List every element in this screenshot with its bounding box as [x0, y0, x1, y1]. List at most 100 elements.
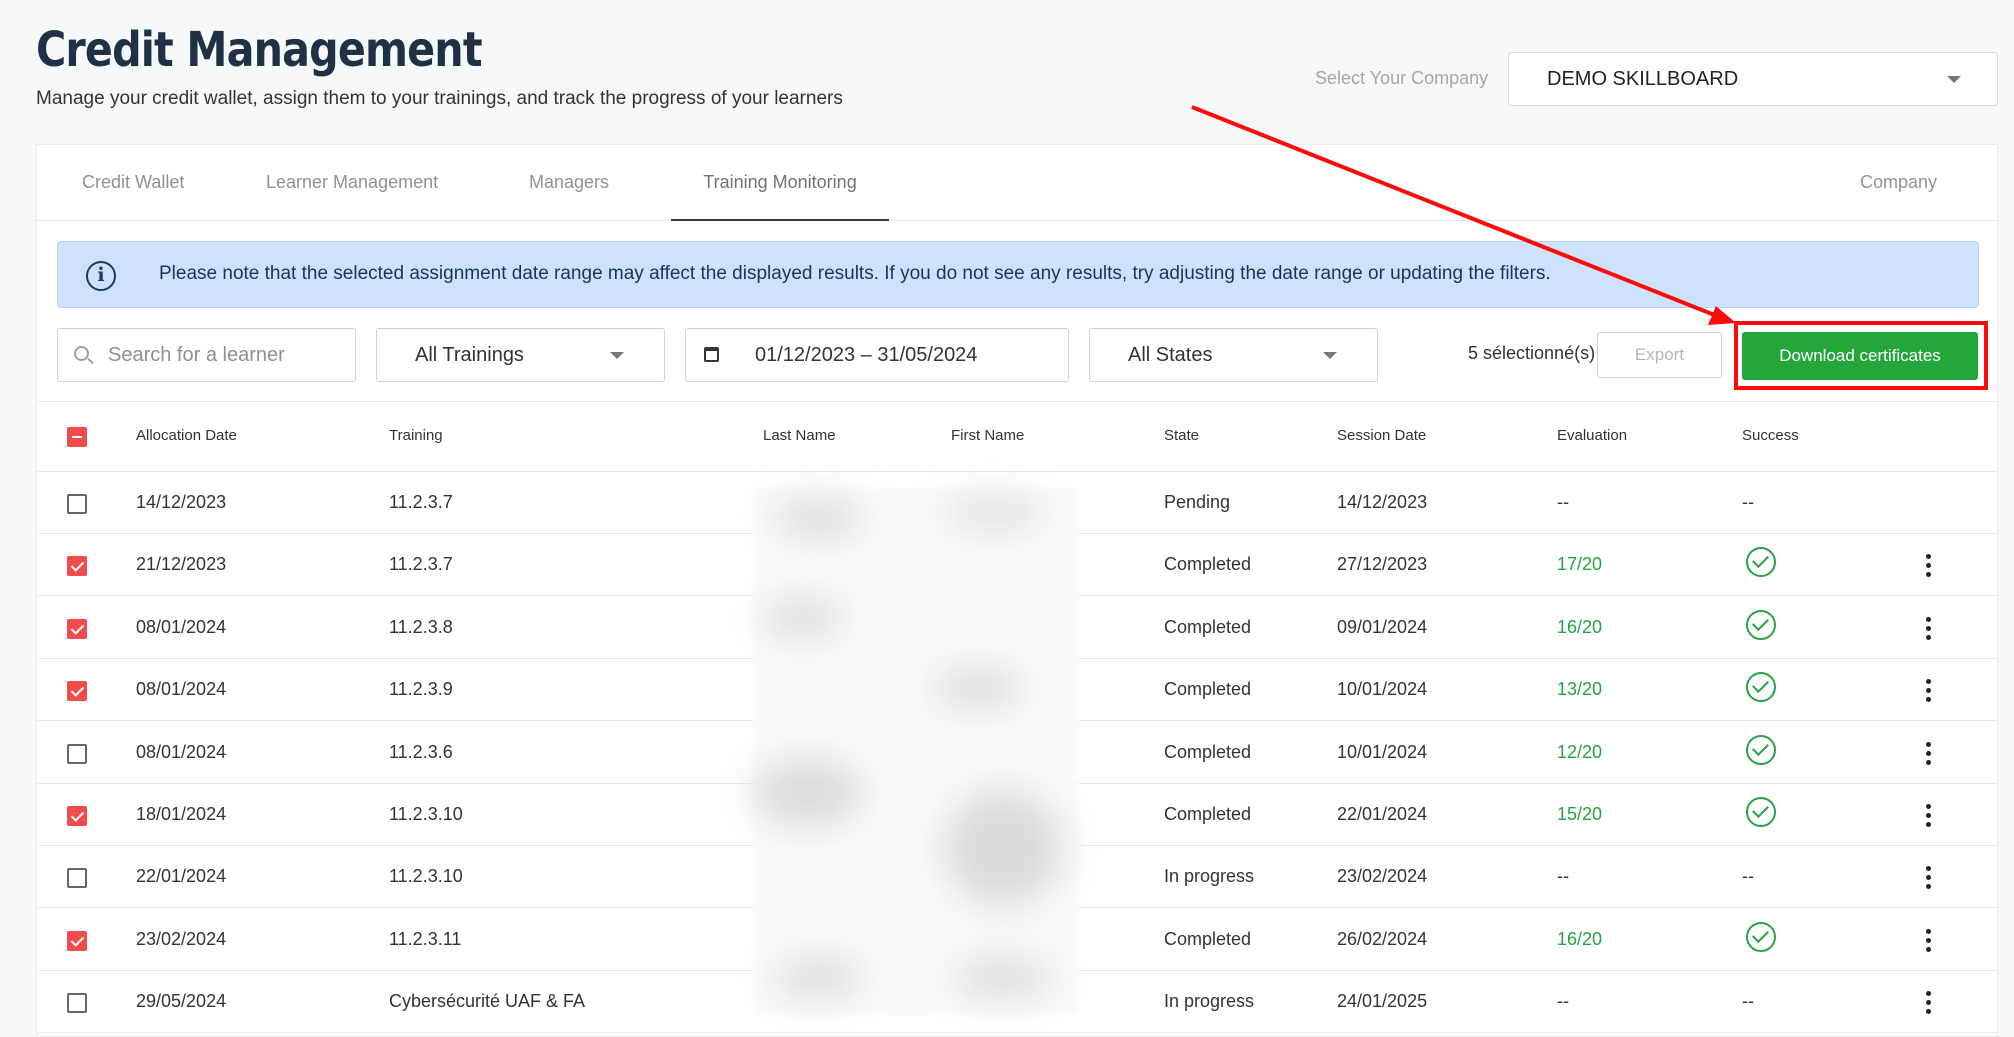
row-checkbox[interactable] — [67, 618, 87, 639]
date-range-picker[interactable]: 01/12/2023 – 31/05/2024 — [685, 328, 1069, 382]
calendar-icon — [704, 347, 719, 362]
kebab-menu-icon[interactable] — [1926, 679, 1932, 703]
cell-allocation-date: 29/05/2024 — [136, 991, 227, 1012]
cell-session-date: 10/01/2024 — [1337, 741, 1428, 762]
kebab-menu-icon[interactable] — [1926, 991, 1932, 1015]
check-circle-icon — [1746, 797, 1776, 827]
header-last-name[interactable]: Last Name — [763, 427, 836, 444]
header-training[interactable]: Training — [389, 427, 443, 444]
state-filter-select[interactable]: All States — [1089, 328, 1378, 382]
cell-evaluation: 13/20 — [1557, 679, 1603, 700]
kebab-menu-icon[interactable] — [1926, 866, 1932, 890]
date-range-value: 01/12/2023 – 31/05/2024 — [755, 344, 978, 366]
kebab-menu-icon[interactable] — [1926, 616, 1932, 641]
cell-training: 11.2.3.7 — [389, 554, 453, 575]
header-allocation-date[interactable]: Allocation Date — [136, 427, 237, 444]
row-checkbox[interactable] — [67, 743, 87, 764]
chevron-down-icon — [1323, 352, 1337, 359]
cell-allocation-date: 08/01/2024 — [136, 741, 227, 762]
cell-training: Cybersécurité UAF & FA — [389, 991, 586, 1012]
cell-evaluation: -- — [1557, 492, 1569, 512]
cell-evaluation: 16/20 — [1557, 928, 1603, 949]
cell-state: Completed — [1164, 804, 1252, 824]
tab-managers[interactable]: Managers — [529, 145, 609, 221]
cell-state: Completed — [1164, 741, 1252, 762]
cell-state: Completed — [1164, 554, 1252, 575]
check-circle-icon — [1746, 734, 1776, 765]
row-checkbox[interactable] — [67, 681, 87, 702]
tab-company[interactable]: Company — [1860, 145, 1937, 221]
cell-state: Completed — [1164, 616, 1252, 637]
cell-allocation-date: 08/01/2024 — [136, 679, 227, 700]
cell-success: -- — [1742, 866, 1754, 887]
row-checkbox[interactable] — [67, 494, 87, 514]
cell-evaluation: 16/20 — [1557, 616, 1603, 637]
cell-evaluation: -- — [1557, 991, 1569, 1012]
cell-allocation-date: 23/02/2024 — [136, 928, 227, 949]
export-button[interactable]: Export — [1597, 332, 1722, 378]
training-filter-value: All Trainings — [415, 344, 524, 366]
cell-training: 11.2.3.6 — [389, 741, 453, 762]
cell-state: Completed — [1164, 679, 1252, 700]
cell-session-date: 09/01/2024 — [1337, 616, 1428, 637]
kebab-menu-icon[interactable] — [1926, 928, 1932, 953]
cell-evaluation: -- — [1557, 866, 1569, 887]
cell-state: In progress — [1164, 866, 1255, 887]
cell-training: 11.2.3.11 — [389, 928, 462, 949]
page-subtitle: Manage your credit wallet, assign them t… — [36, 88, 843, 109]
header-state[interactable]: State — [1164, 427, 1199, 444]
kebab-menu-icon[interactable] — [1926, 554, 1932, 578]
cell-session-date: 26/02/2024 — [1337, 928, 1428, 949]
cell-success: -- — [1742, 492, 1754, 512]
cell-allocation-date: 18/01/2024 — [136, 804, 227, 824]
state-filter-value: All States — [1128, 344, 1213, 366]
selected-count: 5 sélectionné(s) — [1468, 343, 1596, 363]
tab-learner-management[interactable]: Learner Management — [266, 145, 438, 221]
info-icon: i — [86, 261, 116, 291]
training-filter-select[interactable]: All Trainings — [376, 328, 665, 382]
cell-session-date: 23/02/2024 — [1337, 866, 1428, 887]
cell-evaluation: 12/20 — [1557, 741, 1603, 762]
cell-evaluation: 15/20 — [1557, 804, 1603, 824]
tab-bar: Credit Wallet Learner Management Manager… — [37, 145, 1997, 221]
search-input[interactable]: Search for a learner — [57, 328, 356, 382]
company-select[interactable]: DEMO SKILLBOARD — [1508, 52, 1998, 106]
row-checkbox[interactable] — [67, 930, 87, 951]
row-checkbox[interactable] — [67, 556, 87, 577]
cell-training: 11.2.3.10 — [389, 866, 463, 887]
cell-session-date: 24/01/2025 — [1337, 991, 1428, 1012]
redacted-names-blur — [753, 488, 1079, 1015]
cell-success: -- — [1742, 991, 1754, 1012]
header-evaluation[interactable]: Evaluation — [1557, 427, 1627, 444]
check-circle-icon — [1746, 609, 1776, 640]
cell-training: 11.2.3.10 — [389, 804, 463, 824]
kebab-menu-icon[interactable] — [1926, 804, 1932, 828]
cell-session-date: 27/12/2023 — [1337, 554, 1428, 575]
cell-training: 11.2.3.7 — [389, 492, 453, 512]
alert-text: Please note that the selected assignment… — [159, 263, 1551, 284]
cell-training: 11.2.3.9 — [389, 679, 453, 700]
cell-state: Completed — [1164, 928, 1252, 949]
company-label: Select Your Company — [1315, 68, 1489, 88]
annotation-highlight-box — [1734, 321, 1988, 390]
header-success[interactable]: Success — [1742, 427, 1799, 444]
select-all-checkbox[interactable] — [67, 427, 87, 447]
search-icon — [74, 346, 89, 361]
cell-allocation-date: 22/01/2024 — [136, 866, 227, 887]
cell-training: 11.2.3.8 — [389, 616, 453, 637]
row-checkbox[interactable] — [67, 868, 87, 889]
kebab-menu-icon[interactable] — [1926, 741, 1932, 766]
company-select-value: DEMO SKILLBOARD — [1547, 67, 1739, 90]
row-checkbox[interactable] — [67, 993, 87, 1014]
tab-credit-wallet[interactable]: Credit Wallet — [82, 145, 184, 221]
check-circle-icon — [1746, 547, 1776, 578]
header-session-date[interactable]: Session Date — [1337, 427, 1426, 444]
info-alert: i Please note that the selected assignme… — [57, 241, 1979, 308]
row-checkbox[interactable] — [67, 806, 87, 826]
tab-training-monitoring[interactable]: Training Monitoring — [671, 145, 889, 221]
header-first-name[interactable]: First Name — [951, 427, 1024, 444]
cell-session-date: 22/01/2024 — [1337, 804, 1428, 824]
check-circle-icon — [1746, 672, 1776, 703]
cell-evaluation: 17/20 — [1557, 554, 1603, 575]
cell-allocation-date: 08/01/2024 — [136, 616, 227, 637]
